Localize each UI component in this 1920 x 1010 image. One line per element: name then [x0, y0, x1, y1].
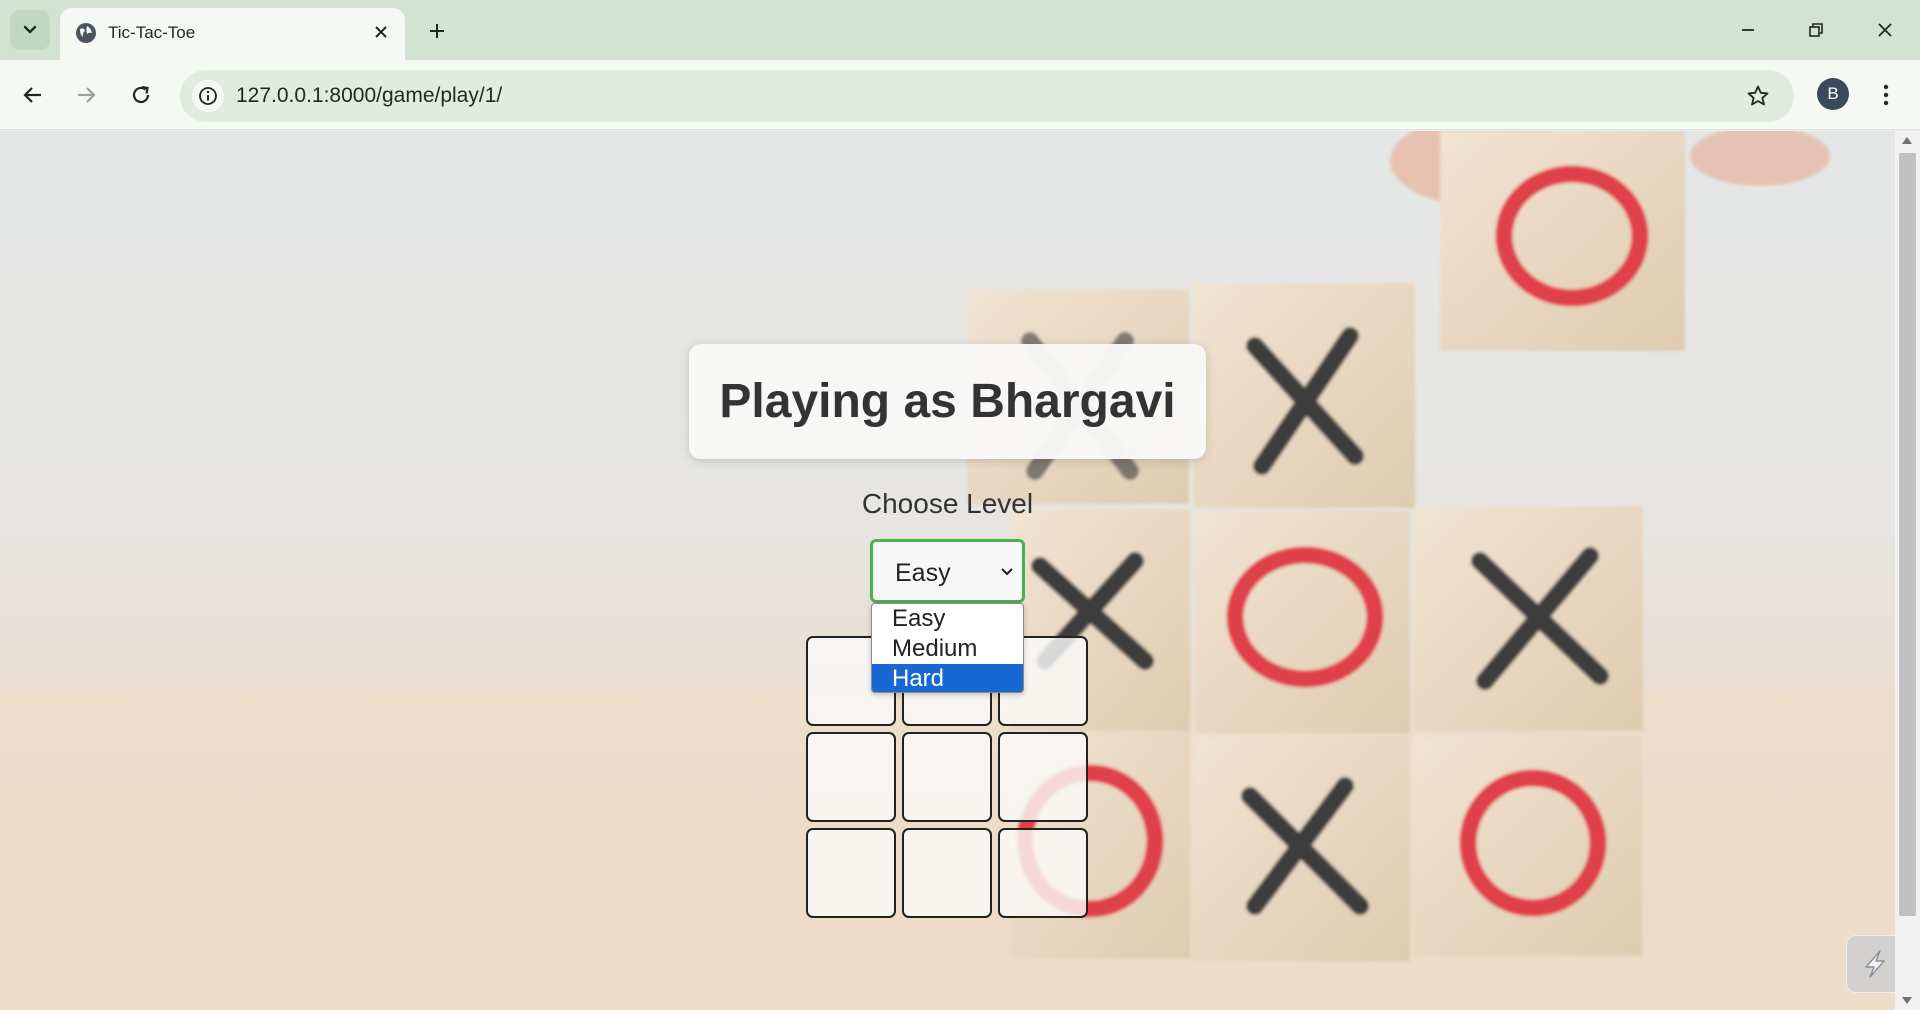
chevron-down-icon — [1001, 568, 1013, 576]
level-option-medium[interactable]: Medium — [872, 634, 1023, 663]
restore-icon — [1809, 23, 1823, 37]
browser-toolbar: 127.0.0.1:8000/game/play/1/ B — [0, 60, 1920, 130]
minimize-button[interactable] — [1725, 10, 1771, 50]
bookmark-button[interactable] — [1742, 80, 1774, 112]
plus-icon — [430, 24, 444, 38]
reload-button[interactable] — [121, 75, 161, 115]
globe-icon — [76, 23, 96, 43]
level-option-easy[interactable]: Easy — [872, 604, 1023, 633]
floating-extension-button[interactable] — [1846, 935, 1895, 993]
kebab-menu-icon — [1883, 84, 1889, 106]
new-tab-button[interactable] — [420, 14, 454, 48]
address-bar[interactable]: 127.0.0.1:8000/game/play/1/ — [180, 70, 1794, 122]
page-scrollbar[interactable] — [1895, 131, 1920, 1010]
info-icon — [199, 87, 217, 105]
browser-menu-button[interactable] — [1870, 75, 1902, 115]
back-button[interactable] — [13, 75, 53, 115]
board-cell-8[interactable] — [902, 828, 992, 918]
level-dropdown-list: Easy Medium Hard — [871, 603, 1024, 693]
level-option-hard[interactable]: Hard — [872, 664, 1023, 692]
minimize-icon — [1742, 29, 1754, 31]
browser-tab[interactable]: Tic-Tac-Toe — [60, 8, 405, 60]
tab-search-button[interactable] — [10, 10, 50, 50]
close-icon — [375, 26, 387, 38]
board-cell-6[interactable] — [998, 732, 1088, 822]
level-select-value: Easy — [895, 559, 951, 587]
url-text[interactable]: 127.0.0.1:8000/game/play/1/ — [236, 84, 502, 108]
forward-button[interactable] — [66, 75, 106, 115]
page-title: Playing as Bhargavi — [719, 375, 1176, 428]
tab-close-button[interactable] — [368, 19, 394, 45]
board-cell-7[interactable] — [806, 828, 896, 918]
profile-avatar[interactable]: B — [1817, 78, 1849, 110]
board-cell-9[interactable] — [998, 828, 1088, 918]
level-select[interactable]: Easy — [870, 539, 1025, 603]
close-window-button[interactable] — [1862, 10, 1908, 50]
forward-arrow-icon — [78, 87, 96, 103]
reload-icon — [132, 85, 150, 104]
chevron-down-icon — [23, 25, 37, 34]
scroll-down-arrow-icon[interactable] — [1902, 997, 1912, 1004]
lightning-icon — [1865, 950, 1885, 978]
tab-strip: Tic-Tac-Toe — [0, 0, 1920, 60]
board-cell-4[interactable] — [806, 732, 896, 822]
tab-title: Tic-Tac-Toe — [108, 23, 196, 42]
scroll-up-arrow-icon[interactable] — [1902, 137, 1912, 144]
player-title-card: Playing as Bhargavi — [689, 344, 1206, 459]
board-cell-5[interactable] — [902, 732, 992, 822]
choose-level-label: Choose Level — [861, 488, 1034, 519]
page-viewport: Playing as Bhargavi Choose Level Easy Ea… — [0, 131, 1895, 1010]
restore-button[interactable] — [1793, 10, 1839, 50]
star-icon — [1747, 85, 1769, 106]
back-arrow-icon — [23, 87, 41, 103]
site-info-button[interactable] — [192, 80, 224, 112]
close-icon — [1878, 23, 1892, 37]
scroll-thumb[interactable] — [1899, 153, 1916, 916]
